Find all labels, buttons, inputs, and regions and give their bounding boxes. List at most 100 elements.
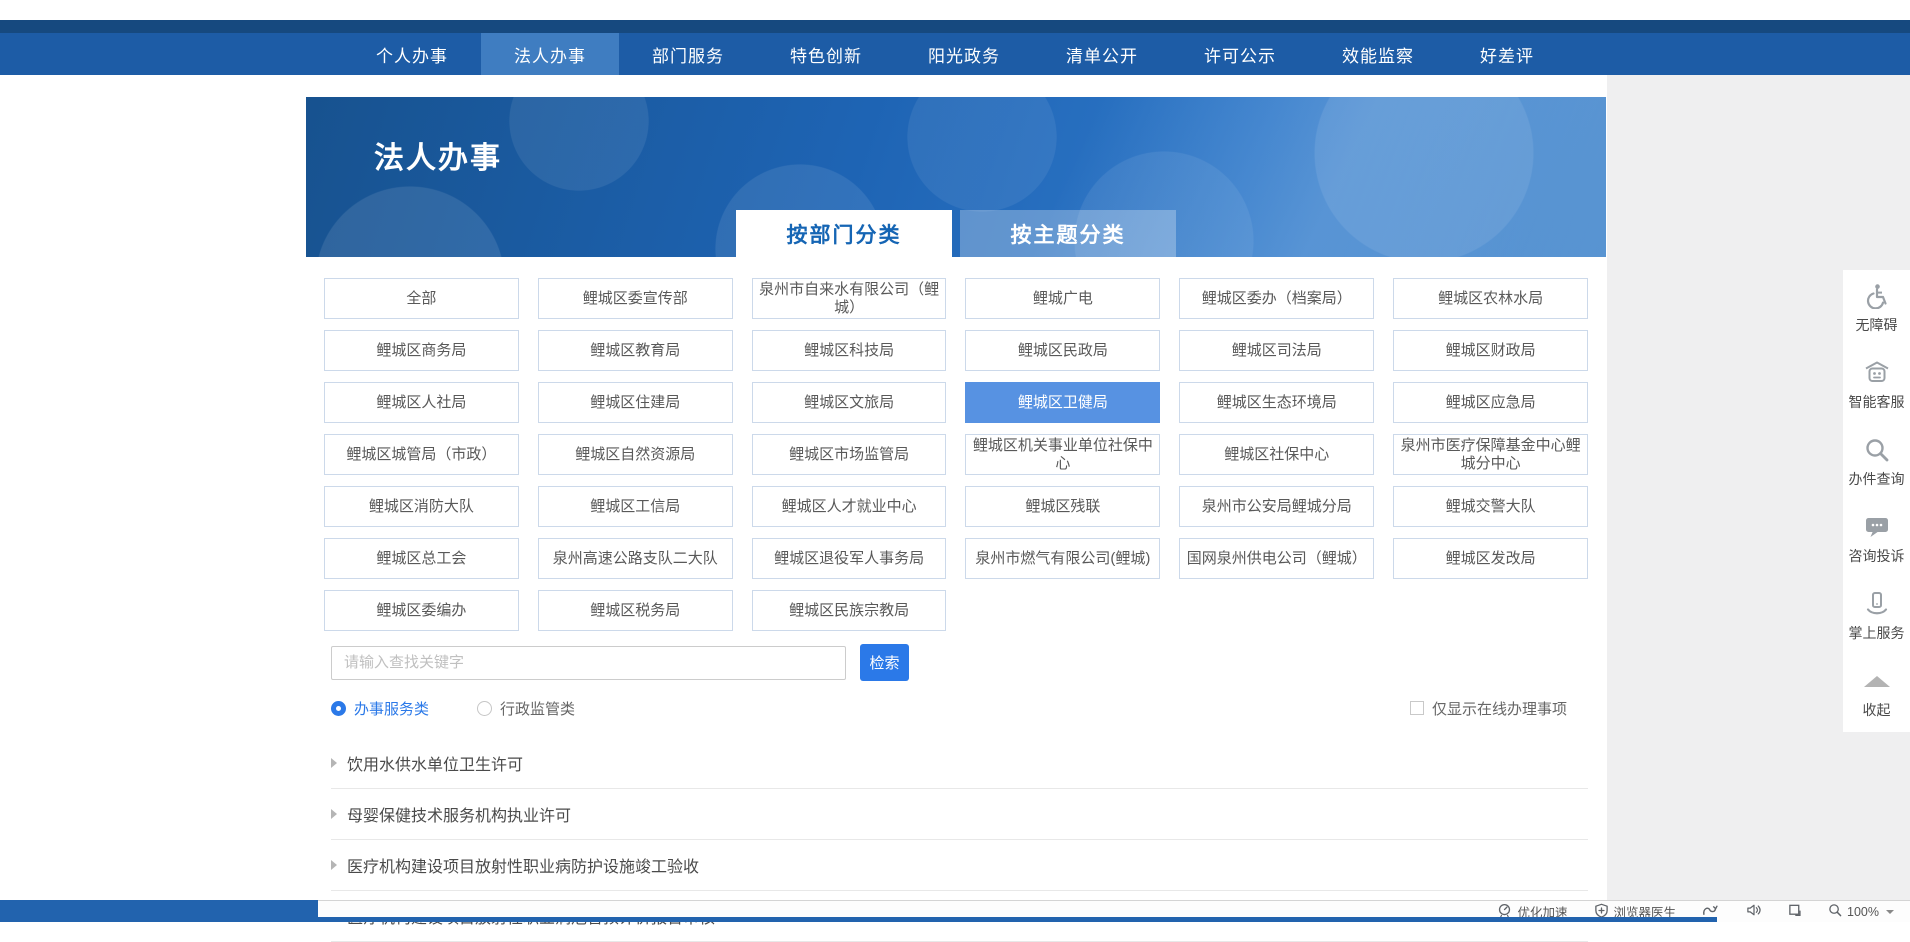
department-button[interactable]: 鲤城区卫健局 bbox=[965, 382, 1160, 423]
nav-item-9[interactable]: 好差评 bbox=[1447, 33, 1567, 75]
radio-group: 办事服务类 行政监管类 bbox=[331, 698, 623, 719]
side-tool-3[interactable]: 办件查询 bbox=[1843, 424, 1910, 501]
department-button[interactable]: 全部 bbox=[324, 278, 519, 319]
mobile-service-icon bbox=[1864, 590, 1890, 618]
department-button[interactable]: 鲤城区民政局 bbox=[965, 330, 1160, 371]
department-button[interactable]: 鲤城区机关事业单位社保中心 bbox=[965, 434, 1160, 475]
search-row: 检索 bbox=[331, 644, 1588, 681]
nav-item-4[interactable]: 特色创新 bbox=[757, 33, 895, 75]
dropdown-caret-icon bbox=[1886, 910, 1894, 914]
department-button[interactable]: 鲤城区民族宗教局 bbox=[752, 590, 947, 631]
status-tool-zoom-magnifier[interactable]: 100% bbox=[1828, 903, 1894, 920]
department-button[interactable]: 鲤城区总工会 bbox=[324, 538, 519, 579]
collapse-icon bbox=[1864, 667, 1890, 695]
nav-item-3[interactable]: 部门服务 bbox=[619, 33, 757, 75]
checkbox-label: 仅显示在线办理事项 bbox=[1432, 698, 1567, 719]
zoom-magnifier-icon bbox=[1828, 903, 1842, 920]
department-button[interactable]: 鲤城区委编办 bbox=[324, 590, 519, 631]
nav-item-1[interactable]: 个人办事 bbox=[343, 33, 481, 75]
radio-option-1[interactable]: 办事服务类 bbox=[331, 698, 429, 719]
checkbox-box[interactable] bbox=[1410, 701, 1424, 715]
status-tool-window-restore[interactable] bbox=[1788, 903, 1802, 920]
robot-icon bbox=[1863, 359, 1891, 387]
department-button[interactable]: 鲤城区教育局 bbox=[538, 330, 733, 371]
browser-top-strip bbox=[0, 0, 1910, 20]
department-button[interactable]: 泉州市医疗保障基金中心鲤城分中心 bbox=[1393, 434, 1588, 475]
department-button[interactable]: 鲤城区消防大队 bbox=[324, 486, 519, 527]
nav-item-6[interactable]: 清单公开 bbox=[1033, 33, 1171, 75]
side-tool-5[interactable]: 掌上服务 bbox=[1843, 578, 1910, 655]
department-button[interactable]: 鲤城区人才就业中心 bbox=[752, 486, 947, 527]
wheelchair-icon bbox=[1864, 282, 1890, 310]
search-icon bbox=[1864, 436, 1890, 464]
section-banner: 法人办事 按部门分类按主题分类 bbox=[306, 97, 1606, 257]
department-button[interactable]: 鲤城区市场监管局 bbox=[752, 434, 947, 475]
nav-item-7[interactable]: 许可公示 bbox=[1171, 33, 1309, 75]
radio-option-2[interactable]: 行政监管类 bbox=[477, 698, 575, 719]
department-button[interactable]: 鲤城区商务局 bbox=[324, 330, 519, 371]
department-button[interactable]: 鲤城区农林水局 bbox=[1393, 278, 1588, 319]
department-button[interactable]: 鲤城区委办（档案局） bbox=[1179, 278, 1374, 319]
nav-item-5[interactable]: 阳光政务 bbox=[895, 33, 1033, 75]
department-button[interactable]: 鲤城区应急局 bbox=[1393, 382, 1588, 423]
service-item-label: 饮用水供水单位卫生许可 bbox=[347, 751, 523, 775]
tab-1[interactable]: 按部门分类 bbox=[736, 210, 952, 257]
department-button[interactable]: 鲤城区工信局 bbox=[538, 486, 733, 527]
department-button[interactable]: 鲤城区退役军人事务局 bbox=[752, 538, 947, 579]
side-tool-2[interactable]: 智能客服 bbox=[1843, 347, 1910, 424]
service-list-item[interactable]: 医疗机构建设项目放射性职业病防护设施竣工验收 bbox=[331, 840, 1588, 891]
side-tool-6[interactable]: 收起 bbox=[1843, 655, 1910, 732]
side-tool-label: 收起 bbox=[1863, 700, 1891, 720]
nav-item-2[interactable]: 法人办事 bbox=[481, 33, 619, 75]
department-button[interactable]: 鲤城区科技局 bbox=[752, 330, 947, 371]
tab-2[interactable]: 按主题分类 bbox=[960, 210, 1176, 257]
service-item-label: 医疗机构建设项目放射性职业病防护设施竣工验收 bbox=[347, 853, 699, 877]
department-button[interactable]: 泉州高速公路支队二大队 bbox=[538, 538, 733, 579]
department-button[interactable]: 泉州市自来水有限公司（鲤城） bbox=[752, 278, 947, 319]
nav-top-edge bbox=[0, 20, 1910, 33]
department-button[interactable]: 鲤城区税务局 bbox=[538, 590, 733, 631]
department-button[interactable]: 鲤城区城管局（市政） bbox=[324, 434, 519, 475]
side-tool-label: 无障碍 bbox=[1856, 315, 1898, 335]
status-tool-speaker[interactable] bbox=[1746, 903, 1762, 920]
side-tool-1[interactable]: 无障碍 bbox=[1843, 270, 1910, 347]
side-tool-4[interactable]: 咨询投诉 bbox=[1843, 501, 1910, 578]
department-button[interactable]: 鲤城交警大队 bbox=[1393, 486, 1588, 527]
department-button[interactable]: 鲤城区发改局 bbox=[1393, 538, 1588, 579]
department-button[interactable]: 鲤城区自然资源局 bbox=[538, 434, 733, 475]
department-button[interactable]: 泉州市公安局鲤城分局 bbox=[1179, 486, 1374, 527]
department-grid: 全部鲤城区委宣传部泉州市自来水有限公司（鲤城） 鲤城广电鲤城区委办（档案局） 鲤城区… bbox=[306, 278, 1606, 631]
online-only-checkbox[interactable]: 仅显示在线办理事项 bbox=[1410, 698, 1567, 719]
department-button[interactable]: 国网泉州供电公司（鲤城） bbox=[1179, 538, 1374, 579]
search-button[interactable]: 检索 bbox=[860, 644, 909, 681]
page-footer-left-block bbox=[0, 900, 318, 922]
window-restore-icon bbox=[1788, 903, 1802, 920]
department-button[interactable]: 泉州市燃气有限公司(鲤城) bbox=[965, 538, 1160, 579]
department-button[interactable]: 鲤城区文旅局 bbox=[752, 382, 947, 423]
radio-circle[interactable] bbox=[331, 701, 346, 716]
department-button[interactable]: 鲤城广电 bbox=[965, 278, 1160, 319]
status-tool-label: 100% bbox=[1847, 905, 1879, 919]
department-button[interactable]: 鲤城区司法局 bbox=[1179, 330, 1374, 371]
service-list-item[interactable]: 饮用水供水单位卫生许可 bbox=[331, 738, 1588, 789]
main-content: 法人办事 按部门分类按主题分类 全部鲤城区委宣传部泉州市自来水有限公司（鲤城） 鲤… bbox=[306, 97, 1606, 942]
service-item-label: 母婴保健技术服务机构执业许可 bbox=[347, 802, 571, 826]
service-list-item[interactable]: 母婴保健技术服务机构执业许可 bbox=[331, 789, 1588, 840]
nav-item-8[interactable]: 效能监察 bbox=[1309, 33, 1447, 75]
radio-label: 行政监管类 bbox=[500, 698, 575, 719]
caret-right-icon bbox=[331, 758, 337, 768]
main-navigation: 个人办事法人办事部门服务特色创新阳光政务清单公开许可公示效能监察好差评 bbox=[0, 33, 1910, 75]
department-button[interactable]: 鲤城区委宣传部 bbox=[538, 278, 733, 319]
department-button[interactable]: 鲤城区社保中心 bbox=[1179, 434, 1374, 475]
department-button[interactable]: 鲤城区财政局 bbox=[1393, 330, 1588, 371]
department-button[interactable]: 鲤城区人社局 bbox=[324, 382, 519, 423]
radio-circle[interactable] bbox=[477, 701, 492, 716]
department-button[interactable]: 鲤城区残联 bbox=[965, 486, 1160, 527]
page-title: 法人办事 bbox=[374, 133, 502, 177]
search-input[interactable] bbox=[331, 646, 846, 680]
chat-bubble-icon bbox=[1864, 513, 1890, 541]
speaker-icon bbox=[1746, 903, 1762, 920]
department-button[interactable]: 鲤城区住建局 bbox=[538, 382, 733, 423]
side-tool-label: 智能客服 bbox=[1849, 392, 1905, 412]
department-button[interactable]: 鲤城区生态环境局 bbox=[1179, 382, 1374, 423]
